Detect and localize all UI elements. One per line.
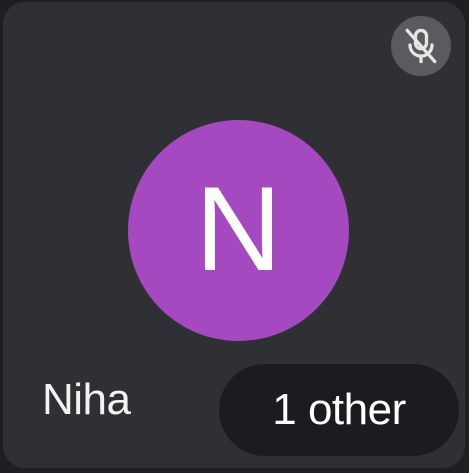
avatar: N — [128, 120, 349, 341]
participant-tile[interactable]: N Niha 1 other — [3, 2, 465, 468]
participant-name: Niha — [42, 375, 131, 424]
mic-muted-indicator — [391, 16, 451, 76]
others-button[interactable]: 1 other — [219, 364, 459, 456]
mic-off-icon — [399, 24, 443, 68]
others-label: 1 other — [272, 385, 406, 434]
avatar-initial: N — [195, 161, 282, 296]
